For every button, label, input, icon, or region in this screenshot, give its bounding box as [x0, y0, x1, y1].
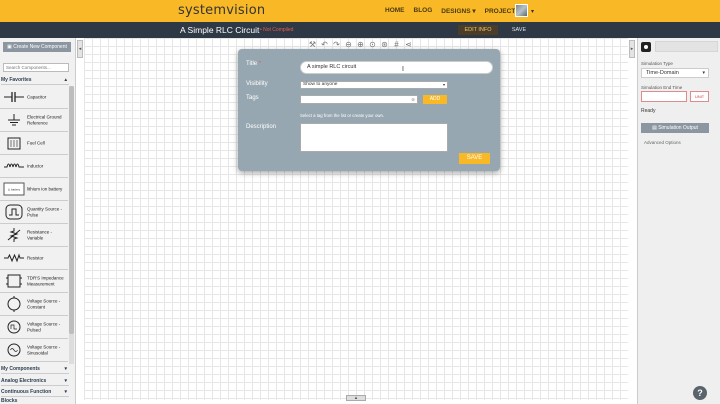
variable-resistor-icon	[7, 228, 21, 242]
chevron-down-icon: ▾	[64, 378, 67, 384]
pulse-source-icon	[5, 204, 23, 220]
list-item[interactable]: Fuel Cell	[0, 132, 68, 155]
site-logo[interactable]: systemvision	[178, 3, 265, 18]
voltage-sine-icon	[7, 343, 21, 357]
component-search-input[interactable]	[3, 63, 69, 72]
list-item[interactable]: Resistance - Variable	[0, 224, 68, 247]
end-time-label: Simulation End Time	[641, 85, 683, 90]
ground-icon	[8, 114, 20, 126]
compile-status: • Not Compiled	[260, 27, 294, 33]
list-item[interactable]: Capacitor	[0, 86, 68, 109]
chevron-down-icon: ▾	[64, 366, 67, 372]
simulation-icon[interactable]	[641, 42, 651, 52]
advanced-options-link[interactable]: Advanced Options	[644, 140, 681, 145]
voltage-constant-icon	[7, 296, 21, 312]
list-item[interactable]: Inductor	[0, 155, 68, 178]
design-title: A Simple RLC Circuit	[180, 25, 260, 35]
text-cursor-icon: I	[402, 66, 404, 73]
save-design-button[interactable]: SAVE	[508, 25, 530, 35]
end-time-units-select[interactable]: UNIT	[690, 91, 709, 102]
edit-info-button[interactable]: EDIT INFO	[458, 25, 498, 35]
sidebar-scrollbar[interactable]	[69, 86, 74, 364]
visibility-select[interactable]: Show to anyone ▾	[300, 81, 448, 89]
resistor-icon	[4, 253, 24, 263]
scrollbar-thumb[interactable]	[69, 86, 74, 334]
nav-links: HOME BLOG DESIGNS ▾ PROJECTS ▾	[385, 7, 525, 15]
section-my-components[interactable]: My Components ▾	[1, 365, 69, 374]
list-item[interactable]: Voltage Source - Pulsed	[0, 316, 68, 339]
visibility-label: Visibility	[246, 81, 268, 87]
design-title-bar: A Simple RLC Circuit • Not Compiled EDIT…	[0, 22, 720, 38]
add-tag-button[interactable]: ADD	[423, 95, 447, 104]
battery-icon: Li battery	[3, 182, 25, 196]
simulation-output-button[interactable]: ▤ Simulation Output	[641, 123, 709, 133]
section-analog-electronics[interactable]: Analog Electronics ▾	[1, 377, 69, 386]
component-sidebar: ▣ Create New Component My Favorites ▴ Ca…	[0, 38, 76, 404]
required-marker: *	[258, 61, 262, 67]
section-continuous-function-blocks[interactable]: Continuous Function Blocks ▾	[1, 388, 69, 404]
top-nav: systemvision HOME BLOG DESIGNS ▾ PROJECT…	[0, 0, 720, 22]
nav-blog[interactable]: BLOG	[414, 7, 433, 15]
collapse-left-panel-button[interactable]: ◂	[77, 40, 83, 58]
end-time-input[interactable]	[641, 91, 687, 102]
nav-designs[interactable]: DESIGNS ▾	[441, 7, 475, 15]
clear-icon[interactable]: ⊗	[411, 96, 415, 104]
list-item[interactable]: Quantity Source - Pulse	[0, 201, 68, 224]
create-component-button[interactable]: ▣ Create New Component	[3, 42, 71, 52]
tags-input[interactable]: ⊗	[300, 95, 418, 104]
list-item[interactable]: Resistor	[0, 247, 68, 270]
sim-type-label: Simulation Type	[641, 61, 673, 66]
simulation-name-field[interactable]	[655, 41, 718, 52]
simulation-panel: Simulation Type Time-Domain ▾ Simulation …	[637, 38, 720, 404]
svg-text:Li battery: Li battery	[8, 188, 21, 192]
edit-info-dialog: Title * A simple RLC circuit Visibility …	[238, 49, 500, 171]
component-list: Capacitor Electrical Ground Reference Fu…	[0, 86, 68, 362]
list-item[interactable]: TDR'S Impedance Measurement	[0, 270, 68, 293]
description-label: Description	[246, 124, 277, 130]
inductor-icon	[4, 163, 24, 168]
sim-type-select[interactable]: Time-Domain ▾	[641, 68, 709, 78]
save-info-button[interactable]: SAVE	[459, 153, 490, 164]
tags-label: Tags	[246, 95, 259, 101]
capacitor-icon	[4, 92, 24, 102]
bottom-panel-toggle[interactable]: ▴	[346, 395, 366, 401]
chevron-up-icon: ▴	[64, 77, 67, 83]
title-label: Title *	[246, 61, 262, 67]
fuel-cell-icon	[7, 137, 21, 150]
description-textarea[interactable]	[300, 123, 448, 152]
help-button[interactable]: ?	[693, 386, 707, 400]
chevron-down-icon: ▾	[64, 389, 67, 395]
list-item[interactable]: Voltage Source - Sinusoidal	[0, 339, 68, 362]
voltage-pulsed-icon	[7, 320, 21, 334]
impedance-icon	[6, 274, 22, 288]
favorites-header[interactable]: My Favorites ▴	[1, 77, 69, 85]
simulation-status: Ready	[641, 108, 656, 114]
chevron-down-icon: ▾	[442, 82, 445, 87]
chevron-down-icon[interactable]: ▾	[531, 8, 534, 15]
title-input[interactable]: A simple RLC circuit	[300, 61, 493, 74]
tags-hint: Select a tag from the list or create you…	[300, 113, 385, 118]
list-item[interactable]: Li battery lithium ion battery	[0, 178, 68, 201]
nav-home[interactable]: HOME	[385, 7, 405, 15]
list-item[interactable]: Voltage Source - Constant	[0, 293, 68, 316]
chevron-down-icon: ▾	[702, 70, 705, 76]
avatar[interactable]	[515, 4, 528, 17]
list-item[interactable]: Electrical Ground Reference	[0, 109, 68, 132]
collapse-right-panel-button[interactable]: ▸	[629, 40, 635, 58]
